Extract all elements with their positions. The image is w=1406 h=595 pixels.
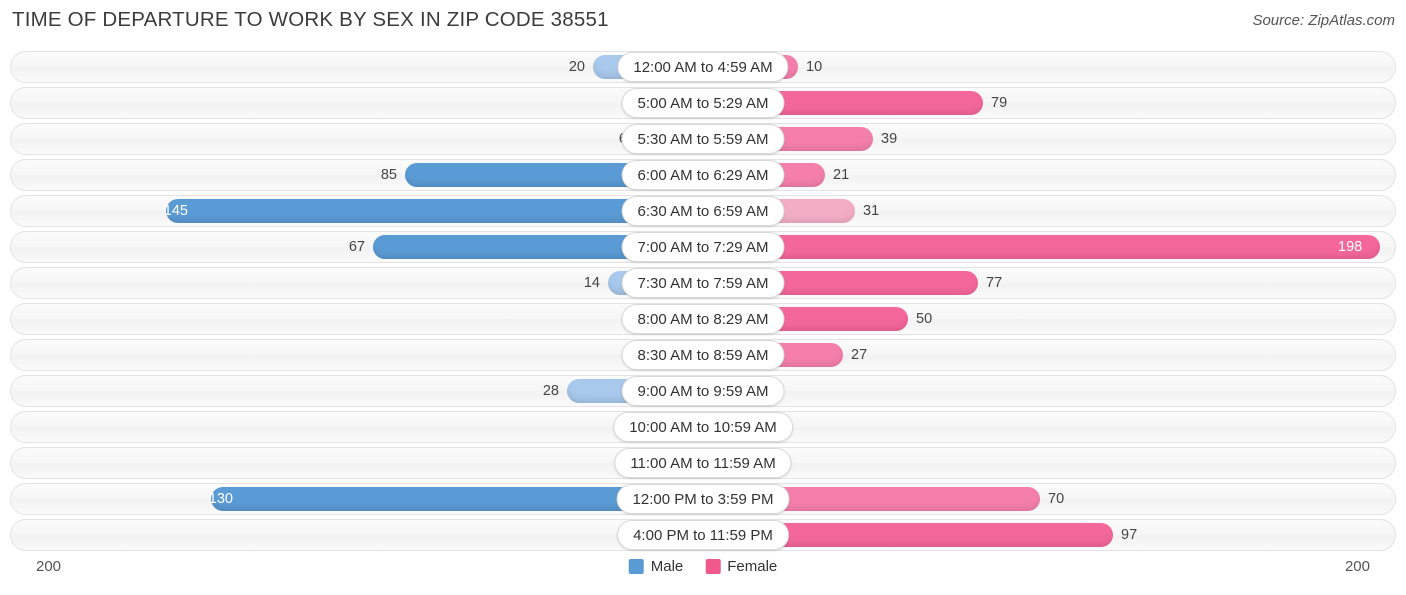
axis-max-right: 200 — [1344, 558, 1370, 575]
table-row[interactable]: 145 31 6:30 AM to 6:59 AM — [0, 195, 1406, 227]
legend-swatch-icon — [628, 559, 644, 574]
male-value: 67 — [348, 239, 365, 255]
row-inner: 2819:00 AM to 9:59 AM — [0, 375, 1406, 407]
row-inner: 0011:00 AM to 11:59 AM — [0, 447, 1406, 479]
category-label-pill: 9:00 AM to 9:59 AM — [621, 376, 785, 406]
chart-legend: Male Female — [628, 558, 777, 575]
bar-rows-container: 201012:00 AM to 4:59 AM2795:00 AM to 5:2… — [0, 51, 1406, 555]
male-value: 85 — [380, 167, 397, 183]
axis-max-left: 200 — [36, 558, 62, 575]
row-inner: 14 77 7:30 AM to 7:59 AM — [0, 267, 1406, 299]
female-bar[interactable] — [703, 235, 1380, 259]
female-value-inside: 198 — [1338, 239, 1363, 255]
table-row[interactable]: 3508:00 AM to 8:29 AM — [0, 303, 1406, 335]
row-inner: 130 70 12:00 PM to 3:59 PM — [0, 483, 1406, 515]
row-inner: 3508:00 AM to 8:29 AM — [0, 303, 1406, 335]
category-label-pill: 12:00 PM to 3:59 PM — [616, 484, 790, 514]
male-value: 20 — [568, 59, 585, 75]
legend-label: Male — [650, 558, 684, 575]
category-label-pill: 8:00 AM to 8:29 AM — [621, 304, 785, 334]
row-inner: 2795:00 AM to 5:29 AM — [0, 87, 1406, 119]
male-value-inside: 145 — [163, 203, 188, 219]
category-label-pill: 7:00 AM to 7:29 AM — [621, 232, 785, 262]
category-label-pill: 12:00 AM to 4:59 AM — [617, 52, 789, 82]
chart-header: TIME OF DEPARTURE TO WORK BY SEX IN ZIP … — [0, 0, 1406, 44]
row-inner: 145 31 6:30 AM to 6:59 AM — [0, 195, 1406, 227]
female-value: 97 — [1121, 527, 1138, 543]
category-label-pill: 6:30 AM to 6:59 AM — [621, 196, 785, 226]
table-row[interactable]: 0278:30 AM to 8:59 AM — [0, 339, 1406, 371]
category-label-pill: 6:00 AM to 6:29 AM — [621, 160, 785, 190]
table-row[interactable]: 0010:00 AM to 10:59 AM — [0, 411, 1406, 443]
table-row[interactable]: 20 10 12:00 AM to 4:59 AM — [0, 51, 1406, 83]
legend-item[interactable]: Male — [628, 558, 684, 575]
table-row[interactable]: 130 70 12:00 PM to 3:59 PM — [0, 483, 1406, 515]
table-row[interactable]: 85 21 6:00 AM to 6:29 AM — [0, 159, 1406, 191]
row-inner: 67 198 7:00 AM to 7:29 AM — [0, 231, 1406, 263]
legend-item[interactable]: Female — [705, 558, 777, 575]
legend-swatch-icon — [705, 559, 721, 574]
row-inner: 0010:00 AM to 10:59 AM — [0, 411, 1406, 443]
female-value: 77 — [986, 275, 1003, 291]
chart-footer: 200 200 Male Female — [0, 556, 1406, 588]
table-row[interactable]: 0011:00 AM to 11:59 AM — [0, 447, 1406, 479]
category-label-pill: 10:00 AM to 10:59 AM — [613, 412, 793, 442]
female-value: 70 — [1048, 491, 1065, 507]
female-value: 39 — [881, 131, 898, 147]
category-label-pill: 5:30 AM to 5:59 AM — [621, 124, 785, 154]
row-inner: 20 10 12:00 AM to 4:59 AM — [0, 51, 1406, 83]
female-value: 50 — [916, 311, 933, 327]
row-inner: 0278:30 AM to 8:59 AM — [0, 339, 1406, 371]
row-inner: 6395:30 AM to 5:59 AM — [0, 123, 1406, 155]
table-row[interactable]: 0974:00 PM to 11:59 PM — [0, 519, 1406, 551]
table-row[interactable]: 2819:00 AM to 9:59 AM — [0, 375, 1406, 407]
page-title: TIME OF DEPARTURE TO WORK BY SEX IN ZIP … — [12, 8, 609, 31]
table-row[interactable]: 2795:00 AM to 5:29 AM — [0, 87, 1406, 119]
category-label-pill: 4:00 PM to 11:59 PM — [617, 520, 789, 550]
table-row[interactable]: 6395:30 AM to 5:59 AM — [0, 123, 1406, 155]
category-label-pill: 7:30 AM to 7:59 AM — [621, 268, 785, 298]
source-attribution: Source: ZipAtlas.com — [1252, 12, 1395, 29]
row-inner: 0974:00 PM to 11:59 PM — [0, 519, 1406, 551]
female-value: 31 — [863, 203, 880, 219]
female-value: 79 — [991, 95, 1008, 111]
table-row[interactable]: 14 77 7:30 AM to 7:59 AM — [0, 267, 1406, 299]
category-label-pill: 8:30 AM to 8:59 AM — [621, 340, 785, 370]
table-row[interactable]: 67 198 7:00 AM to 7:29 AM — [0, 231, 1406, 263]
female-value: 10 — [806, 59, 823, 75]
male-value-inside: 130 — [208, 491, 233, 507]
legend-label: Female — [727, 558, 778, 575]
female-value: 27 — [851, 347, 868, 363]
category-label-pill: 11:00 AM to 11:59 AM — [614, 448, 792, 478]
female-value: 21 — [833, 167, 850, 183]
category-label-pill: 5:00 AM to 5:29 AM — [621, 88, 785, 118]
male-value: 28 — [542, 383, 559, 399]
male-value: 14 — [583, 275, 600, 291]
row-inner: 85 21 6:00 AM to 6:29 AM — [0, 159, 1406, 191]
